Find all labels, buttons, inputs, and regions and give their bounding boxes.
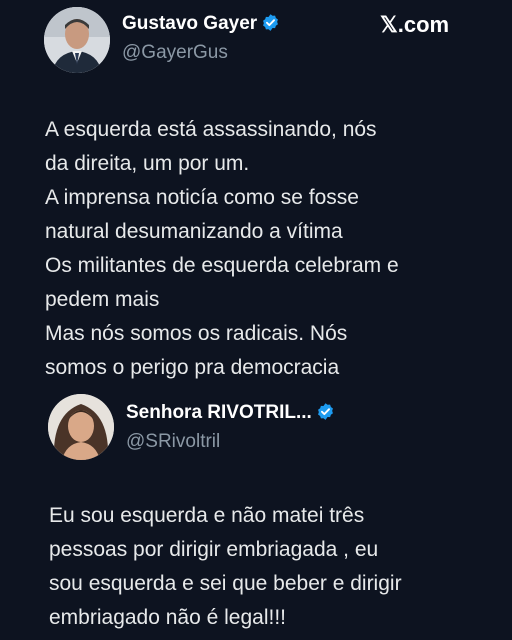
tweet-line: pedem mais — [45, 288, 160, 311]
author-name-text: Gustavo Gayer — [122, 13, 258, 34]
tweet-line: da direita, um por um. — [45, 152, 250, 175]
reply-author-avatar[interactable] — [48, 394, 114, 460]
reply-text: Eu sou esquerda e não matei três pessoas… — [49, 499, 482, 635]
reply-line: sou esquerda e sei que beber e dirigir — [49, 572, 402, 595]
tweet-line: somos o perigo pra democracia — [45, 356, 340, 379]
author-handle[interactable]: @GayerGus — [122, 42, 228, 64]
reply-author-name[interactable]: Senhora RIVOTRIL... — [126, 402, 335, 424]
avatar-photo — [44, 7, 110, 73]
reply-author-name-text: Senhora RIVOTRIL... — [126, 402, 312, 423]
tweet-line: Os militantes de esquerda celebram e — [45, 254, 399, 277]
tweet-line: natural desumanizando a vítima — [45, 220, 343, 243]
tweet-line: A esquerda está assassinando, nós — [45, 118, 377, 141]
tweet-text: A esquerda está assassinando, nós da dir… — [45, 113, 482, 385]
x-brand-logo: 𝕏.com — [380, 12, 450, 37]
avatar-photo — [48, 394, 114, 460]
reply-line: Eu sou esquerda e não matei três — [49, 504, 365, 527]
reply-line: embriagado não é legal!!! — [49, 606, 286, 629]
reply-line: pessoas por dirigir embriagada , eu — [49, 538, 379, 561]
tweet-line: A imprensa noticía como se fosse — [45, 186, 359, 209]
tweet-line: Mas nós somos os radicais. Nós — [45, 322, 348, 345]
author-name[interactable]: Gustavo Gayer — [122, 13, 280, 35]
reply-author-handle[interactable]: @SRivoltril — [126, 431, 220, 453]
verified-badge-icon — [317, 403, 333, 420]
author-avatar[interactable] — [44, 7, 110, 73]
verified-badge-icon — [263, 14, 279, 31]
